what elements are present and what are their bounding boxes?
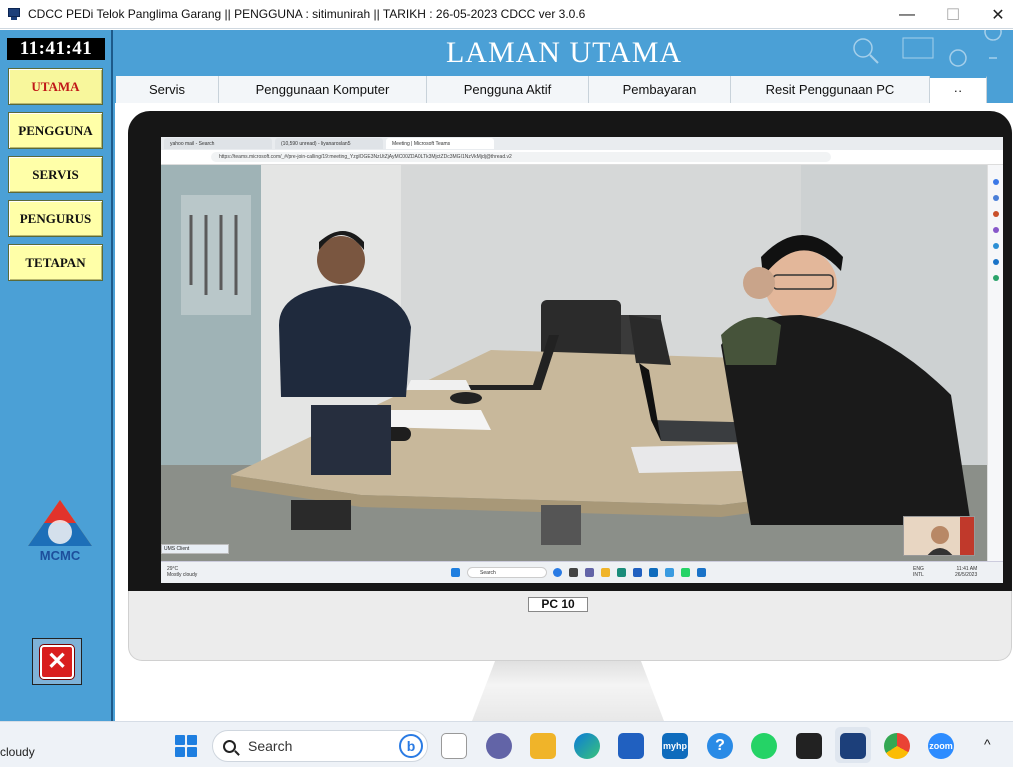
nav-utama-button[interactable]: UTAMA [8,68,103,105]
maximize-button[interactable]: ☐ [930,0,976,29]
logo-text: MCMC [40,548,81,563]
browser-sidebar [987,165,1003,561]
remote-weather: 29°C Mostly cloudy [167,566,197,578]
sidebar: 11:41:41 UTAMA PENGGUNA SERVIS PENGURUS … [0,30,113,721]
tab-bar: Servis Penggunaan Komputer Pengguna Akti… [116,76,987,103]
briefcase-icon[interactable] [993,211,999,217]
nav-pengurus-button[interactable]: PENGURUS [8,200,103,237]
page-header: LAMAN UTAMA [115,30,1013,76]
taskbar-search[interactable]: Search b [212,730,428,762]
search-icon [223,739,236,753]
close-window-button[interactable]: ✕ [975,0,1013,29]
chrome-icon[interactable] [884,733,910,759]
help-icon[interactable] [665,568,674,577]
folder-icon[interactable] [601,568,610,577]
nav-pengguna-button[interactable]: PENGGUNA [8,112,103,149]
header-decoration-icon [853,30,1002,67]
store-icon[interactable] [633,568,642,577]
exit-button[interactable]: ✕ [32,638,82,685]
outlook-icon[interactable] [697,568,706,577]
cdcc-app-icon[interactable] [840,733,866,759]
weather-widget[interactable]: cloudy [0,745,35,759]
remote-taskbar: 29°C Mostly cloudy Search ENG INTL 11:41… [161,561,1003,583]
whatsapp-icon[interactable] [751,733,777,759]
get-help-icon[interactable]: ? [707,733,733,759]
main-content: yahoo mail - Search (10,590 unread) - li… [115,103,1013,721]
clock-display: 11:41:41 [7,38,105,60]
microsoft-store-icon[interactable] [618,733,644,759]
file-explorer-icon[interactable] [530,733,556,759]
task-view-icon[interactable] [441,733,467,759]
tab-pengguna-aktif[interactable]: Pengguna Aktif [427,76,589,103]
browser-tab-active[interactable]: Meeting | Microsoft Teams [386,138,494,149]
remote-clock: 11:41 AM 26/5/2023 [955,566,977,578]
teams-icon[interactable] [585,568,594,577]
pc-label: PC 10 [528,597,588,612]
edge-icon[interactable] [574,733,600,759]
remote-search[interactable]: Search [467,567,547,578]
whatsapp-icon[interactable] [681,568,690,577]
tab-servis[interactable]: Servis [116,76,219,103]
nav-servis-button[interactable]: SERVIS [8,156,103,193]
window-title: CDCC PEDi Telok Panglima Garang || PENGG… [28,7,586,21]
search-placeholder: Search [248,738,293,754]
edge-icon[interactable] [617,568,626,577]
remote-screen[interactable]: yahoo mail - Search (10,590 unread) - li… [161,137,1003,583]
browser-address-bar: https://teams.microsoft.com/_#/pre-join-… [161,150,1003,165]
teams-chat-icon[interactable] [486,733,512,759]
tab-pembayaran[interactable]: Pembayaran [589,76,731,103]
app-window: 11:41:41 UTAMA PENGGUNA SERVIS PENGURUS … [0,30,1013,721]
browser-tab-strip: yahoo mail - Search (10,590 unread) - li… [161,137,1003,150]
windows-taskbar: cloudy Search b myhp ? zoom ^ [0,721,1013,767]
start-icon[interactable] [175,735,197,757]
monitor-bezel: yahoo mail - Search (10,590 unread) - li… [128,111,1012,593]
tray-chevron-up-icon[interactable]: ^ [984,736,991,752]
remote-date: 26/5/2023 [955,572,978,578]
tag-icon[interactable] [993,195,999,201]
sticky-notes-icon[interactable] [796,733,822,759]
bing-icon[interactable]: b [399,734,423,758]
search-icon[interactable] [993,179,999,185]
app-monitor-icon [6,8,22,20]
myhp-icon[interactable]: myhp [662,733,688,759]
title-bar: CDCC PEDi Telok Panglima Garang || PENGG… [0,0,1013,29]
task-view-icon[interactable] [569,568,578,577]
mcmc-logo: MCMC [22,498,98,566]
nav-tetapan-button[interactable]: TETAPAN [8,244,103,281]
minimize-button[interactable]: — [884,0,930,29]
myhp-icon[interactable] [649,568,658,577]
address-field[interactable]: https://teams.microsoft.com/_#/pre-join-… [211,152,831,162]
browser-tab[interactable]: yahoo mail - Search [164,138,272,149]
remote-lang-2: INTL [913,572,924,578]
meeting-video-feed [161,165,987,561]
bing-icon[interactable] [553,568,562,577]
tab-penggunaan-komputer[interactable]: Penggunaan Komputer [219,76,427,103]
self-view-video [903,516,975,556]
drop-icon[interactable] [993,275,999,281]
outlook-icon[interactable] [993,259,999,265]
zoom-icon[interactable]: zoom [928,733,954,759]
monitor-stand [472,661,664,721]
start-icon[interactable] [451,568,460,577]
circle-app-icon[interactable] [993,243,999,249]
tab-more[interactable]: ·· [930,76,987,103]
ums-client-label[interactable]: UMS Client [161,544,229,554]
remote-language: ENG INTL [913,566,924,578]
close-x-icon: ✕ [40,644,74,679]
people-icon[interactable] [993,227,999,233]
browser-tab[interactable]: (10,590 unread) - liyanaroslan5 [275,138,383,149]
tab-resit-penggunaan-pc[interactable]: Resit Penggunaan PC [731,76,930,103]
remote-weather-desc: Mostly cloudy [167,572,198,578]
